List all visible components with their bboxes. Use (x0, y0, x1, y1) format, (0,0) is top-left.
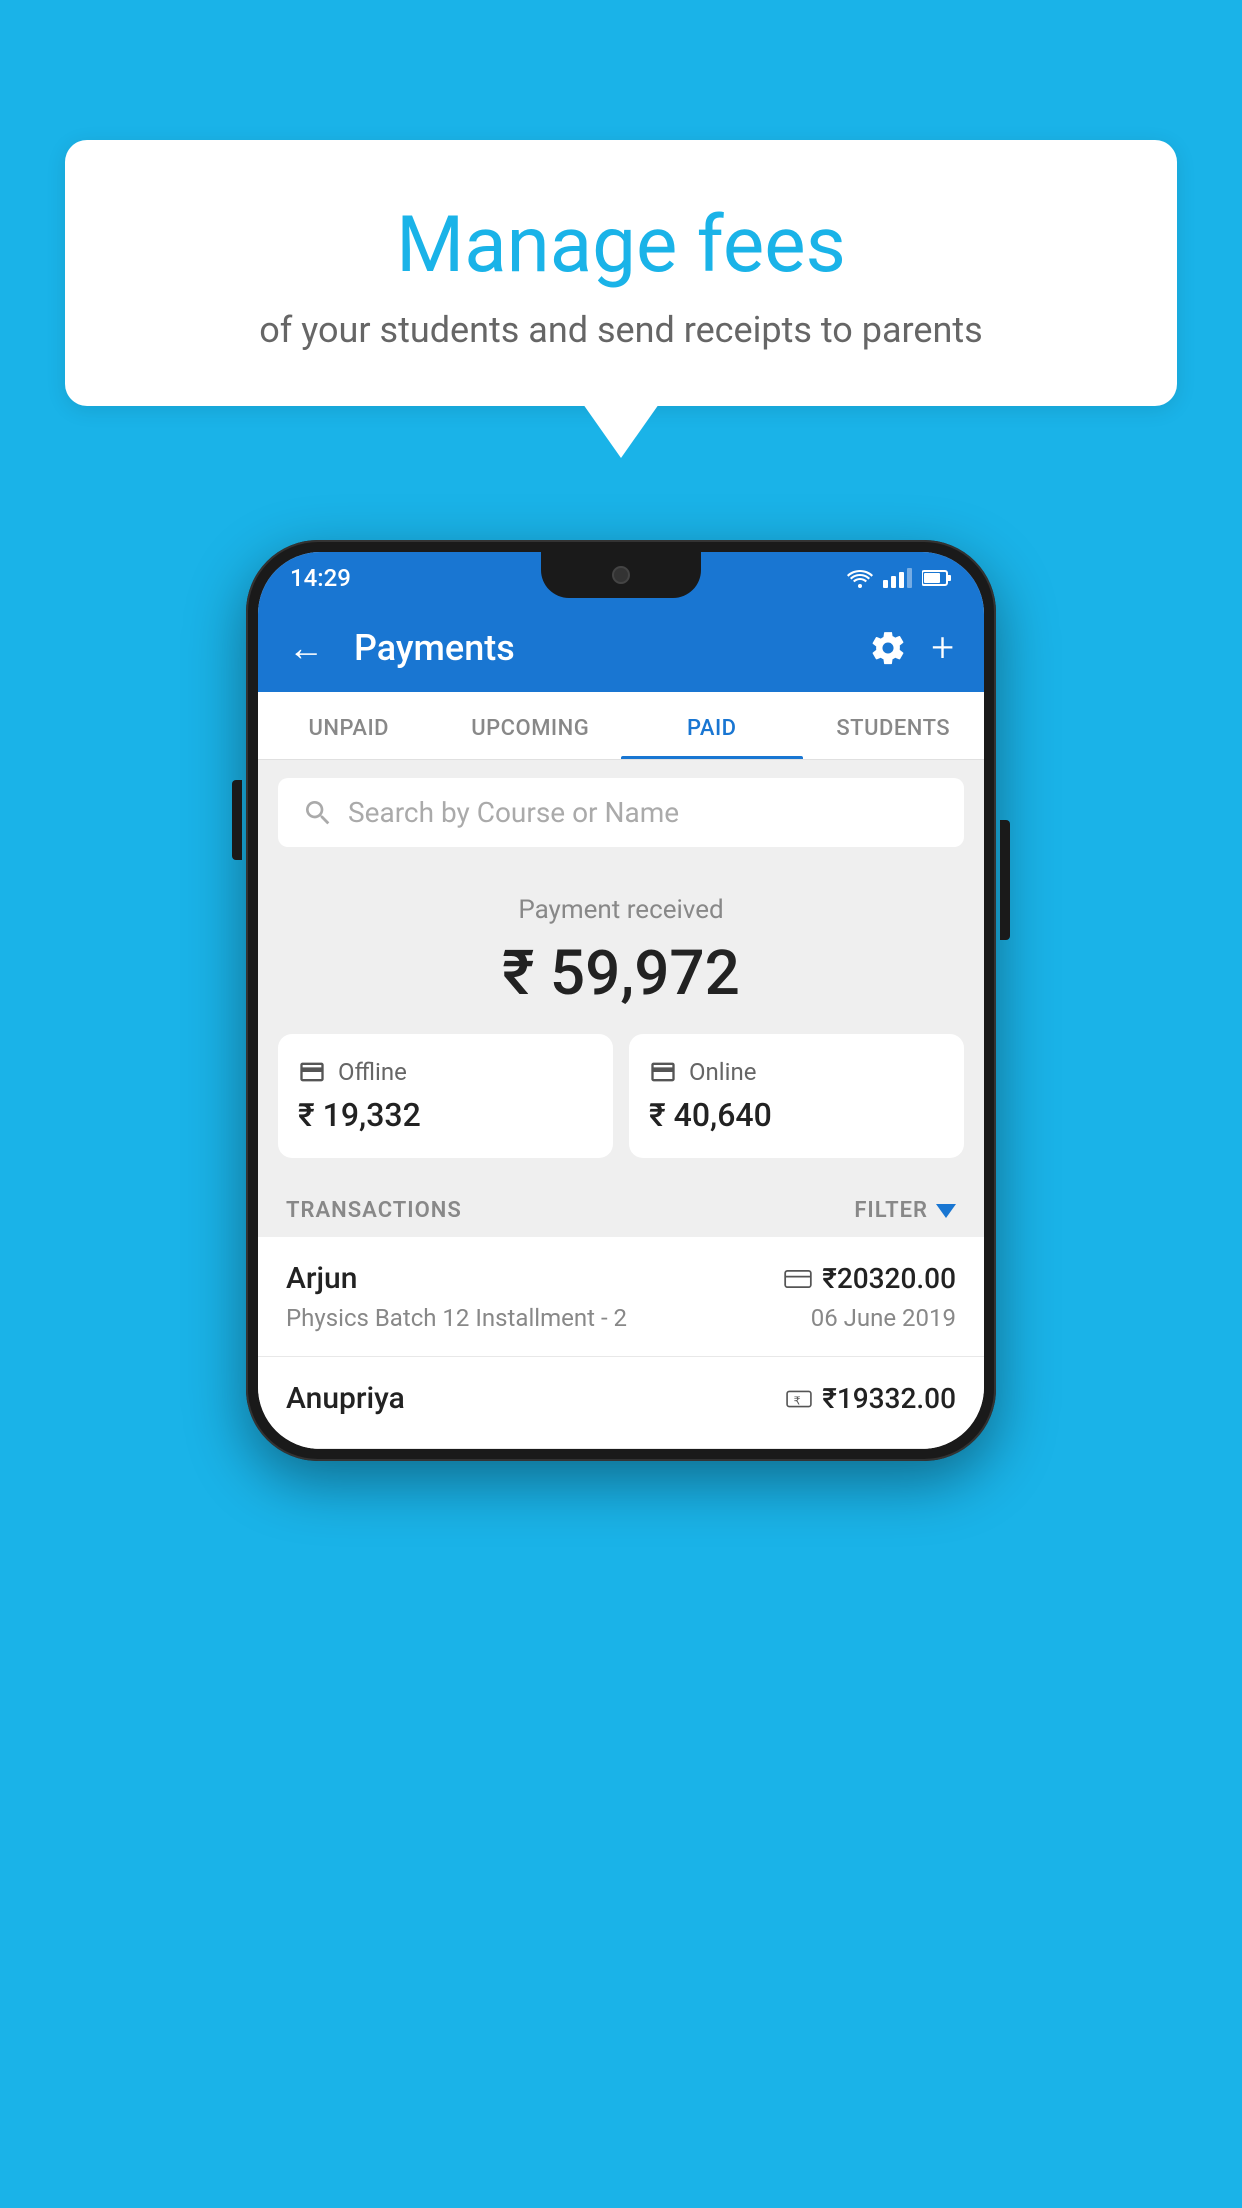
app-bar-actions: + (869, 628, 954, 668)
offline-icon (298, 1058, 326, 1086)
payment-total-amount: ₹ 59,972 (278, 937, 964, 1010)
transaction-row1: Anupriya ₹ ₹19332.00 (286, 1381, 956, 1416)
page-title: Payments (354, 627, 849, 669)
add-button[interactable]: + (931, 628, 954, 668)
transaction-course: Physics Batch 12 Installment - 2 (286, 1304, 627, 1332)
phone-mockup: 14:29 (246, 540, 996, 1461)
transaction-name: Arjun (286, 1261, 357, 1296)
card-payment-icon (784, 1268, 812, 1290)
signal-icon (883, 568, 912, 588)
online-amount: ₹ 40,640 (649, 1096, 944, 1134)
transaction-name: Anupriya (286, 1381, 405, 1416)
status-time: 14:29 (290, 564, 351, 592)
svg-text:₹: ₹ (794, 1395, 801, 1407)
transaction-amount-row: ₹ ₹19332.00 (786, 1382, 956, 1415)
app-bar: ← Payments + (258, 604, 984, 692)
payment-summary: Payment received ₹ 59,972 Offline ₹ 19,3… (258, 865, 984, 1178)
hero-title: Manage fees (115, 200, 1127, 291)
filter-button[interactable]: FILTER (854, 1198, 956, 1223)
gear-icon[interactable] (869, 629, 907, 667)
transaction-amount: ₹19332.00 (822, 1382, 956, 1415)
camera-dot (612, 566, 630, 584)
tabs-bar: UNPAID UPCOMING PAID STUDENTS (258, 692, 984, 760)
search-input[interactable]: Search by Course or Name (348, 796, 679, 829)
payment-received-label: Payment received (278, 895, 964, 925)
hero-subtitle: of your students and send receipts to pa… (115, 309, 1127, 351)
wifi-icon (847, 568, 873, 588)
tab-students[interactable]: STUDENTS (803, 692, 985, 759)
transactions-label: TRANSACTIONS (286, 1198, 462, 1223)
tab-upcoming[interactable]: UPCOMING (440, 692, 622, 759)
offline-card-header: Offline (298, 1058, 593, 1086)
battery-icon (922, 569, 952, 587)
online-icon (649, 1058, 677, 1086)
phone-screen: 14:29 (258, 552, 984, 1449)
tab-unpaid[interactable]: UNPAID (258, 692, 440, 759)
transaction-date: 06 June 2019 (811, 1304, 956, 1332)
transaction-row1: Arjun ₹20320.00 (286, 1261, 956, 1296)
offline-card: Offline ₹ 19,332 (278, 1034, 613, 1158)
status-icons (847, 568, 952, 588)
phone-notch (541, 552, 701, 598)
offline-label: Offline (338, 1058, 407, 1086)
transaction-amount: ₹20320.00 (822, 1262, 956, 1295)
transactions-header: TRANSACTIONS FILTER (258, 1178, 984, 1237)
rupee-payment-icon: ₹ (786, 1388, 812, 1410)
transaction-row2: Physics Batch 12 Installment - 2 06 June… (286, 1304, 956, 1332)
payment-cards: Offline ₹ 19,332 Online ₹ 40,640 (278, 1034, 964, 1158)
search-container: Search by Course or Name (258, 760, 984, 865)
offline-amount: ₹ 19,332 (298, 1096, 593, 1134)
search-box[interactable]: Search by Course or Name (278, 778, 964, 847)
speech-bubble: Manage fees of your students and send re… (65, 140, 1177, 406)
back-button[interactable]: ← (288, 627, 324, 669)
transaction-item[interactable]: Arjun ₹20320.00 Physics Batch 12 Install… (258, 1237, 984, 1357)
tab-paid[interactable]: PAID (621, 692, 803, 759)
search-icon (302, 797, 334, 829)
filter-label: FILTER (854, 1198, 928, 1223)
hero-section: Manage fees of your students and send re… (65, 140, 1177, 406)
online-card: Online ₹ 40,640 (629, 1034, 964, 1158)
transaction-amount-row: ₹20320.00 (784, 1262, 956, 1295)
online-label: Online (689, 1058, 756, 1086)
phone-outer: 14:29 (246, 540, 996, 1461)
transaction-item[interactable]: Anupriya ₹ ₹19332.00 (258, 1357, 984, 1449)
online-card-header: Online (649, 1058, 944, 1086)
filter-icon (936, 1204, 956, 1218)
